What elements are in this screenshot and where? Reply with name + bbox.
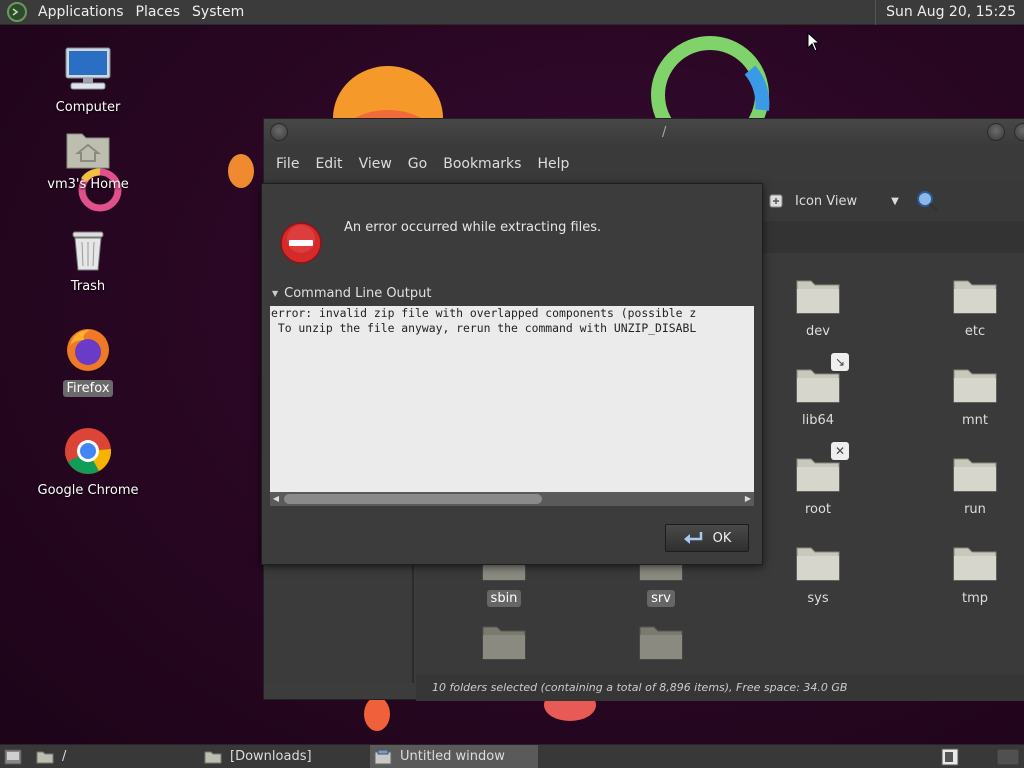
folder-name: sys <box>807 591 829 606</box>
command-output-expander[interactable]: ▼ Command Line Output <box>272 286 432 301</box>
menu-help[interactable]: Help <box>529 156 577 172</box>
taskbar-item-untitled-window[interactable]: Untitled window <box>370 745 538 768</box>
archive-manager-icon <box>374 749 392 765</box>
taskbar-item-downloads[interactable]: [Downloads] <box>204 745 370 768</box>
folder-item[interactable] <box>616 621 706 665</box>
desktop-icon-label: vm3's Home <box>47 177 129 192</box>
folder-item[interactable]: etc <box>930 275 1020 340</box>
folder-item[interactable]: tmp <box>930 542 1020 607</box>
panel-clock[interactable]: Sun Aug 20, 15:25 <box>875 0 1024 25</box>
search-icon[interactable] <box>915 189 939 213</box>
output-line: error: invalid zip file with overlapped … <box>271 306 697 320</box>
error-dialog: An error occurred while extracting files… <box>261 183 763 565</box>
places-menu[interactable]: Places <box>130 0 187 25</box>
window-title: / <box>662 125 667 140</box>
folder-name: tmp <box>961 591 988 606</box>
expander-label: Command Line Output <box>284 286 432 301</box>
folder-name: srv <box>647 590 675 607</box>
desktop-icon-label: Firefox <box>63 380 113 397</box>
scroll-left-icon[interactable]: ◀ <box>270 492 282 506</box>
computer-icon <box>65 47 111 90</box>
folder-icon <box>953 280 997 314</box>
workspace-2-icon[interactable] <box>996 748 1020 766</box>
bottom-taskbar: / [Downloads] Untitled window <box>0 744 1024 768</box>
folder-icon <box>482 626 526 660</box>
folder-icon <box>953 369 997 403</box>
menu-bar: File Edit View Go Bookmarks Help <box>264 147 1024 181</box>
folder-name: run <box>964 502 986 517</box>
enter-arrow-icon <box>683 532 702 544</box>
desktop-icon-home[interactable]: vm3's Home <box>28 128 148 193</box>
taskbar-item-root[interactable]: / <box>36 745 196 768</box>
no-access-emblem-icon: ✕ <box>831 442 849 460</box>
taskbar-item-label: / <box>62 749 67 764</box>
top-panel: Applications Places System Sun Aug 20, 1… <box>0 0 1024 25</box>
desktop-icon-firefox[interactable]: Firefox <box>28 326 148 397</box>
firefox-icon <box>67 329 109 371</box>
folder-name: dev <box>806 324 830 339</box>
menu-edit[interactable]: Edit <box>307 156 350 172</box>
folder-item[interactable]: run <box>930 453 1020 518</box>
folder-name: root <box>804 502 832 517</box>
distro-logo-icon[interactable] <box>6 1 28 23</box>
folder-name: etc <box>964 324 986 339</box>
desktop-icon-label: Google Chrome <box>37 483 139 498</box>
folder-item[interactable]: lib64 <box>773 364 863 429</box>
expander-arrow-icon: ▼ <box>272 289 279 298</box>
chrome-icon <box>65 428 112 474</box>
applications-menu[interactable]: Applications <box>32 0 130 25</box>
output-line: To unzip the file anyway, rerun the comm… <box>271 321 697 335</box>
taskbar-item-label: [Downloads] <box>230 749 312 764</box>
home-folder-icon <box>66 133 110 169</box>
folder-icon <box>204 751 222 764</box>
folder-item[interactable]: dev <box>773 275 863 340</box>
show-desktop-icon[interactable] <box>4 749 22 765</box>
command-output-text[interactable]: error: invalid zip file with overlapped … <box>270 306 754 492</box>
desktop-icon-label: Trash <box>70 279 106 294</box>
scroll-right-icon[interactable]: ▶ <box>742 492 754 506</box>
folder-icon <box>796 547 840 581</box>
view-mode-select[interactable]: Icon View ▼ <box>769 189 909 213</box>
folder-name: lib64 <box>801 413 835 428</box>
folder-name: sbin <box>486 590 522 607</box>
folder-icon <box>796 280 840 314</box>
desktop-icon-label: Computer <box>55 100 121 115</box>
view-mode-label: Icon View <box>795 193 858 209</box>
trash-icon <box>72 231 104 271</box>
system-menu[interactable]: System <box>186 0 250 25</box>
folder-icon <box>953 458 997 492</box>
menu-bookmarks[interactable]: Bookmarks <box>435 156 529 172</box>
menu-go[interactable]: Go <box>400 156 435 172</box>
workspace-switcher-icon[interactable] <box>941 748 959 766</box>
desktop-icon-trash[interactable]: Trash <box>28 228 148 295</box>
folder-name: mnt <box>962 413 988 428</box>
error-message: An error occurred while extracting files… <box>344 220 602 235</box>
maximize-button[interactable] <box>1014 123 1024 141</box>
folder-item[interactable]: root <box>773 453 863 518</box>
status-bar: 10 folders selected (containing a total … <box>416 675 1024 701</box>
chevron-down-icon: ▼ <box>891 195 899 207</box>
desktop-icon-computer[interactable]: Computer <box>28 45 148 116</box>
window-titlebar[interactable]: / <box>264 119 1024 147</box>
folder-item[interactable]: sys <box>773 542 863 607</box>
folder-icon <box>36 751 54 764</box>
horizontal-scrollbar[interactable]: ◀ ▶ <box>270 492 754 506</box>
scrollbar-thumb[interactable] <box>284 494 542 504</box>
taskbar-item-label: Untitled window <box>400 749 505 764</box>
zoom-view-icon <box>769 194 783 208</box>
desktop-icon-chrome[interactable]: Google Chrome <box>28 426 148 499</box>
folder-item[interactable] <box>459 621 549 665</box>
ok-label: OK <box>712 530 732 546</box>
menu-file[interactable]: File <box>268 156 307 172</box>
folder-item[interactable]: mnt <box>930 364 1020 429</box>
mouse-cursor-icon <box>807 32 821 52</box>
window-menu-button[interactable] <box>270 123 288 141</box>
error-icon <box>280 222 322 264</box>
folder-icon <box>953 547 997 581</box>
minimize-button[interactable] <box>987 123 1005 141</box>
menu-view[interactable]: View <box>351 156 400 172</box>
folder-icon <box>639 626 683 660</box>
ok-button[interactable]: OK <box>665 524 749 552</box>
symlink-emblem-icon: ↘ <box>831 353 849 371</box>
